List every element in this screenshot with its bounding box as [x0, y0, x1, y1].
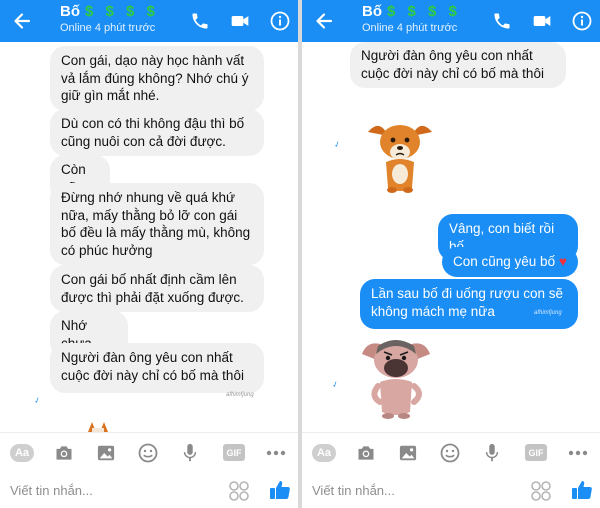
message-bubble-outgoing[interactable]: Con cũng yêu bố ♥ — [442, 247, 578, 277]
phone-icon[interactable] — [186, 7, 214, 35]
composer-toolbar: Aa GIF — [302, 432, 600, 470]
camera-icon[interactable] — [355, 442, 377, 464]
image-icon[interactable] — [95, 442, 117, 464]
message-bubble[interactable]: Con gái bố nhất định cầm lên được thì ph… — [50, 265, 264, 312]
phone-icon[interactable] — [488, 7, 516, 35]
info-icon[interactable] — [568, 7, 596, 35]
grumpy-dog-sticker-icon[interactable] — [358, 332, 434, 424]
message-list[interactable]: Con gái, dạo này học hành vất vả lắm đún… — [0, 42, 298, 432]
sticker-picker-icon[interactable] — [530, 480, 552, 502]
emoji-icon[interactable] — [439, 442, 461, 464]
message-input[interactable]: Viết tin nhắn... — [312, 483, 395, 498]
contact-title[interactable]: Bố $ $ $ $ Online 4 phút trước — [362, 3, 461, 35]
message-input-bar: Viết tin nhắn... — [0, 472, 298, 508]
online-status: Online 4 phút trước — [60, 22, 156, 34]
thumbs-up-icon[interactable] — [268, 478, 292, 502]
more-icon[interactable] — [567, 442, 589, 464]
contact-name: Bố — [362, 3, 382, 20]
message-input[interactable]: Viết tin nhắn... — [10, 483, 93, 498]
image-icon[interactable] — [397, 442, 419, 464]
message-bubble[interactable]: Con gái, dạo này học hành vất vả lắm đún… — [50, 46, 264, 111]
text-format-button[interactable]: Aa — [10, 444, 34, 462]
sticker-picker-icon[interactable] — [228, 480, 250, 502]
message-bubble[interactable]: Dù con có thi không đậu thì bố cũng nuôi… — [50, 109, 264, 156]
message-input-bar: Viết tin nhắn... — [302, 472, 600, 508]
video-icon[interactable] — [226, 7, 254, 35]
message-bubble[interactable]: Người đàn ông yêu con nhất cuộc đời này … — [350, 42, 566, 88]
message-bubble[interactable]: Đừng nhớ nhung về quá khứ nữa, mấy thằng… — [50, 183, 264, 265]
seen-indicator-icon: ✓ — [330, 379, 341, 390]
seen-indicator-icon: ✓ — [32, 395, 43, 406]
seen-indicator-icon: ✓ — [332, 139, 343, 150]
watermark-signature: afhimfjung — [534, 310, 562, 316]
message-bubble[interactable]: Người đàn ông yêu con nhất cuộc đời này … — [50, 343, 264, 393]
watermark-signature: afhimfjung — [226, 392, 254, 398]
dog-sticker-icon[interactable] — [86, 420, 110, 432]
more-icon[interactable] — [265, 442, 287, 464]
info-icon[interactable] — [266, 7, 294, 35]
emoji-icon[interactable] — [137, 442, 159, 464]
online-status: Online 4 phút trước — [362, 22, 458, 34]
camera-icon[interactable] — [53, 442, 75, 464]
sad-dog-sticker-icon[interactable] — [362, 110, 438, 200]
thumbs-up-icon[interactable] — [570, 478, 594, 502]
chat-header: Bố $ $ $ $ Online 4 phút trước — [302, 0, 600, 42]
microphone-icon[interactable] — [481, 442, 503, 464]
microphone-icon[interactable] — [179, 442, 201, 464]
video-icon[interactable] — [528, 7, 556, 35]
chat-screen-left: Bố $ $ $ $ Online 4 phút trước Con gái, d… — [0, 0, 298, 508]
gif-button[interactable]: GIF — [525, 444, 547, 461]
contact-title[interactable]: Bố $ $ $ $ Online 4 phút trước — [60, 3, 159, 35]
dollar-emoji-decoration: $ $ $ $ — [85, 3, 159, 20]
chat-screen-right: Bố $ $ $ $ Online 4 phút trước Người đàn … — [302, 0, 600, 508]
heart-emoji-icon: ♥ — [558, 254, 567, 269]
chat-header: Bố $ $ $ $ Online 4 phút trước — [0, 0, 298, 42]
dollar-emoji-decoration: $ $ $ $ — [387, 3, 461, 20]
back-arrow-icon[interactable] — [310, 7, 338, 35]
back-arrow-icon[interactable] — [8, 7, 36, 35]
message-list[interactable]: Người đàn ông yêu con nhất cuộc đời này … — [302, 42, 600, 432]
contact-name: Bố — [60, 3, 80, 20]
text-format-button[interactable]: Aa — [312, 444, 336, 462]
composer-toolbar: Aa GIF — [0, 432, 298, 470]
message-bubble-outgoing[interactable]: Lần sau bố đi uống rượu con sẽ không mác… — [360, 279, 578, 329]
gif-button[interactable]: GIF — [223, 444, 245, 461]
message-text: Con cũng yêu bố — [453, 254, 556, 269]
